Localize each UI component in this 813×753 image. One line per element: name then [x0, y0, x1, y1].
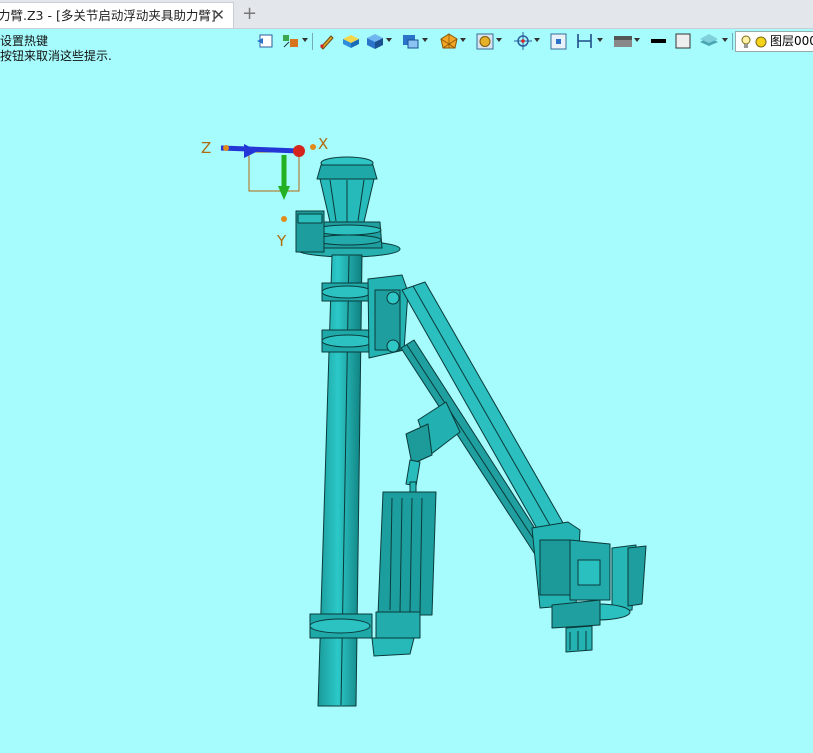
new-tab-button[interactable]: +: [242, 3, 257, 25]
tab-strip: 力臂.Z3 - [多关节启动浮动夹具助力臂] ✕ +: [0, 0, 813, 29]
document-tab[interactable]: 力臂.Z3 - [多关节启动浮动夹具助力臂] ✕: [0, 2, 234, 28]
3d-viewport[interactable]: 设置热键 按钮来取消这些提示. 图层000 Z X Y: [0, 29, 813, 753]
tab-title: 力臂.Z3 - [多关节启动浮动夹具助力臂]: [0, 8, 216, 23]
lift-arm-model: [295, 156, 647, 707]
x-axis-label: X: [318, 135, 328, 153]
3d-model-canvas[interactable]: Z X Y: [0, 29, 813, 753]
y-axis-label: Y: [276, 232, 287, 250]
z-axis-label: Z: [201, 139, 211, 157]
close-icon[interactable]: ✕: [212, 3, 225, 28]
